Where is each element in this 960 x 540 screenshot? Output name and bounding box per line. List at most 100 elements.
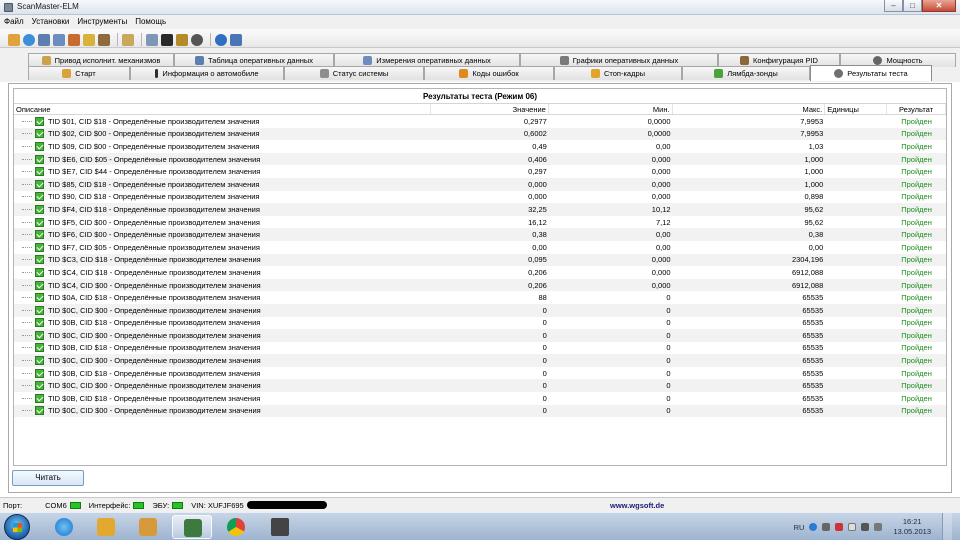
table-row[interactable]: TID $F7, CID $05 - Определённые производ… [14, 241, 946, 254]
tab-vehicle-info[interactable]: Информация о автомобиле [130, 66, 284, 80]
row-description: TID $0C, CID $00 - Определённые производ… [48, 305, 261, 315]
row-min: 0 [666, 330, 671, 340]
taskbar-chip[interactable] [260, 515, 300, 539]
row-result: Пройден [901, 255, 932, 265]
table-row[interactable]: TID $C3, CID $18 - Определённые производ… [14, 253, 946, 267]
test-icon [834, 69, 844, 78]
globe-icon[interactable] [23, 33, 35, 46]
table-row[interactable]: TID $01, CID $18 - Определённые производ… [14, 115, 946, 128]
language-indicator[interactable]: RU [794, 523, 805, 532]
connect-icon[interactable] [8, 33, 20, 46]
table-row[interactable]: TID $0C, CID $00 - Определённые производ… [14, 303, 946, 317]
user-icon[interactable] [98, 33, 110, 46]
tab-freeze-frames[interactable]: Стоп-кадры [554, 66, 682, 80]
flag-icon[interactable] [822, 523, 831, 531]
row-min: 0 [666, 343, 671, 353]
row-result: Пройден [901, 293, 932, 303]
tab-start[interactable]: Старт [28, 66, 130, 80]
table-row[interactable]: TID $0B, CID $18 - Определённые производ… [14, 317, 946, 330]
row-description-cell: TID $F5, CID $00 - Определённые производ… [14, 217, 431, 227]
row-max: 1,000 [804, 154, 824, 164]
menu-file[interactable]: Файл [4, 15, 29, 29]
tree-connector [22, 158, 32, 160]
palette-icon[interactable] [191, 33, 203, 46]
book-icon[interactable] [230, 33, 242, 46]
grid-icon[interactable] [53, 33, 65, 46]
table-row[interactable]: TID $F5, CID $00 - Определённые производ… [14, 216, 946, 229]
column-header-units[interactable]: Единицы [825, 104, 888, 114]
volume-icon[interactable] [874, 523, 883, 531]
taskbar-scanmaster[interactable] [172, 515, 212, 539]
menu-help[interactable]: Помощь [135, 15, 171, 29]
table-row[interactable]: TID $C4, CID $00 - Определённые производ… [14, 278, 946, 292]
column-header-description[interactable]: Описание [14, 104, 432, 114]
bluetooth-icon[interactable] [809, 523, 818, 531]
row-result: Пройден [901, 230, 932, 240]
menu-tools[interactable]: Инструменты [77, 15, 132, 29]
table-row[interactable]: TID $0C, CID $00 - Определённые производ… [14, 329, 946, 342]
info-icon[interactable] [215, 33, 227, 46]
column-header-value[interactable]: Значение [431, 104, 549, 114]
table-row[interactable]: TID $0A, CID $18 - Определённые производ… [14, 291, 946, 304]
website-link[interactable]: www.wgsoft.de [610, 501, 664, 510]
table-row[interactable]: TID $E6, CID $05 - Определённые производ… [14, 152, 946, 166]
port-label: Порт: [3, 500, 23, 510]
gauge-icon[interactable] [176, 33, 188, 46]
table-row[interactable]: TID $0C, CID $00 - Определённые производ… [14, 404, 946, 418]
tab-live-data-measure[interactable]: Измерения оперативных данных [334, 53, 520, 67]
clock[interactable]: 16:21 13.05.2013 [893, 517, 931, 537]
table-row[interactable]: TID $0B, CID $18 - Определённые производ… [14, 367, 946, 380]
tab-trouble-codes[interactable]: Коды ошибок [424, 66, 554, 80]
maximize-button[interactable]: □ [903, 0, 922, 12]
start-button[interactable] [4, 514, 30, 540]
table-row[interactable]: TID $09, CID $00 - Определённые производ… [14, 140, 946, 153]
tree-connector [22, 133, 32, 135]
taskbar-chrome[interactable] [216, 515, 256, 539]
close-button[interactable]: ✕ [922, 0, 956, 12]
network-icon[interactable] [835, 523, 844, 531]
battery-icon[interactable] [83, 33, 95, 46]
show-desktop-button[interactable] [942, 513, 952, 540]
minimize-button[interactable]: – [884, 0, 903, 12]
tab-live-data-graphs[interactable]: Графики оперативных данных [520, 53, 718, 67]
battery-tray-icon[interactable] [848, 523, 857, 531]
table-row[interactable]: TID $0C, CID $00 - Определённые производ… [14, 354, 946, 367]
row-description: TID $0B, CID $18 - Определённые производ… [48, 343, 261, 353]
row-result: Пройден [901, 217, 932, 227]
table-row[interactable]: TID $02, CID $00 - Определённые производ… [14, 127, 946, 141]
monitor-icon[interactable] [146, 33, 158, 46]
table-row[interactable]: TID $85, CID $18 - Определённые производ… [14, 177, 946, 191]
tab-live-data-table[interactable]: Таблица оперативных данных [174, 53, 334, 67]
table-row[interactable]: TID $0B, CID $18 - Определённые производ… [14, 342, 946, 355]
row-description: TID $F6, CID $00 - Определённые производ… [48, 230, 260, 240]
taskbar-folder[interactable] [128, 515, 168, 539]
menu-settings[interactable]: Установки [32, 15, 75, 29]
table-row[interactable]: TID $F6, CID $00 - Определённые производ… [14, 228, 946, 241]
table-row[interactable]: TID $0C, CID $00 - Определённые производ… [14, 379, 946, 393]
table-row[interactable]: TID $90, CID $18 - Определённые производ… [14, 191, 946, 204]
results-grid[interactable]: Результаты теста (Режим 06) Описание Зна… [13, 88, 947, 466]
terminal-icon[interactable] [161, 33, 173, 46]
table-icon[interactable] [38, 33, 50, 46]
table-row[interactable]: TID $F4, CID $18 - Определённые производ… [14, 203, 946, 216]
column-header-result[interactable]: Результат [887, 104, 946, 114]
read-button[interactable]: Читать [12, 470, 84, 486]
table-row[interactable]: TID $E7, CID $44 - Определённые производ… [14, 165, 946, 178]
tab-lambda-sensors[interactable]: Лямбда-зонды [682, 66, 810, 80]
taskbar-media[interactable] [86, 515, 126, 539]
signal-icon[interactable] [861, 523, 870, 531]
table-row[interactable]: TID $C4, CID $18 - Определённые производ… [14, 266, 946, 279]
column-header-min[interactable]: Мин. [549, 104, 673, 114]
table-row[interactable]: TID $0B, CID $18 - Определённые производ… [14, 392, 946, 405]
clipboard-icon[interactable] [122, 33, 134, 46]
tab-system-status[interactable]: Статус системы [284, 66, 424, 80]
row-min: 0 [666, 318, 671, 328]
pass-check-icon [35, 305, 44, 315]
tab-actuators[interactable]: Привод исполнит. механизмов [28, 53, 174, 67]
taskbar-ie[interactable] [44, 515, 84, 539]
tree-connector [22, 385, 32, 387]
row-value: 0 [542, 343, 547, 353]
tab-test-results[interactable]: Результаты теста [810, 65, 932, 81]
chart-icon[interactable] [68, 33, 80, 46]
column-header-max[interactable]: Макс. [673, 104, 826, 114]
